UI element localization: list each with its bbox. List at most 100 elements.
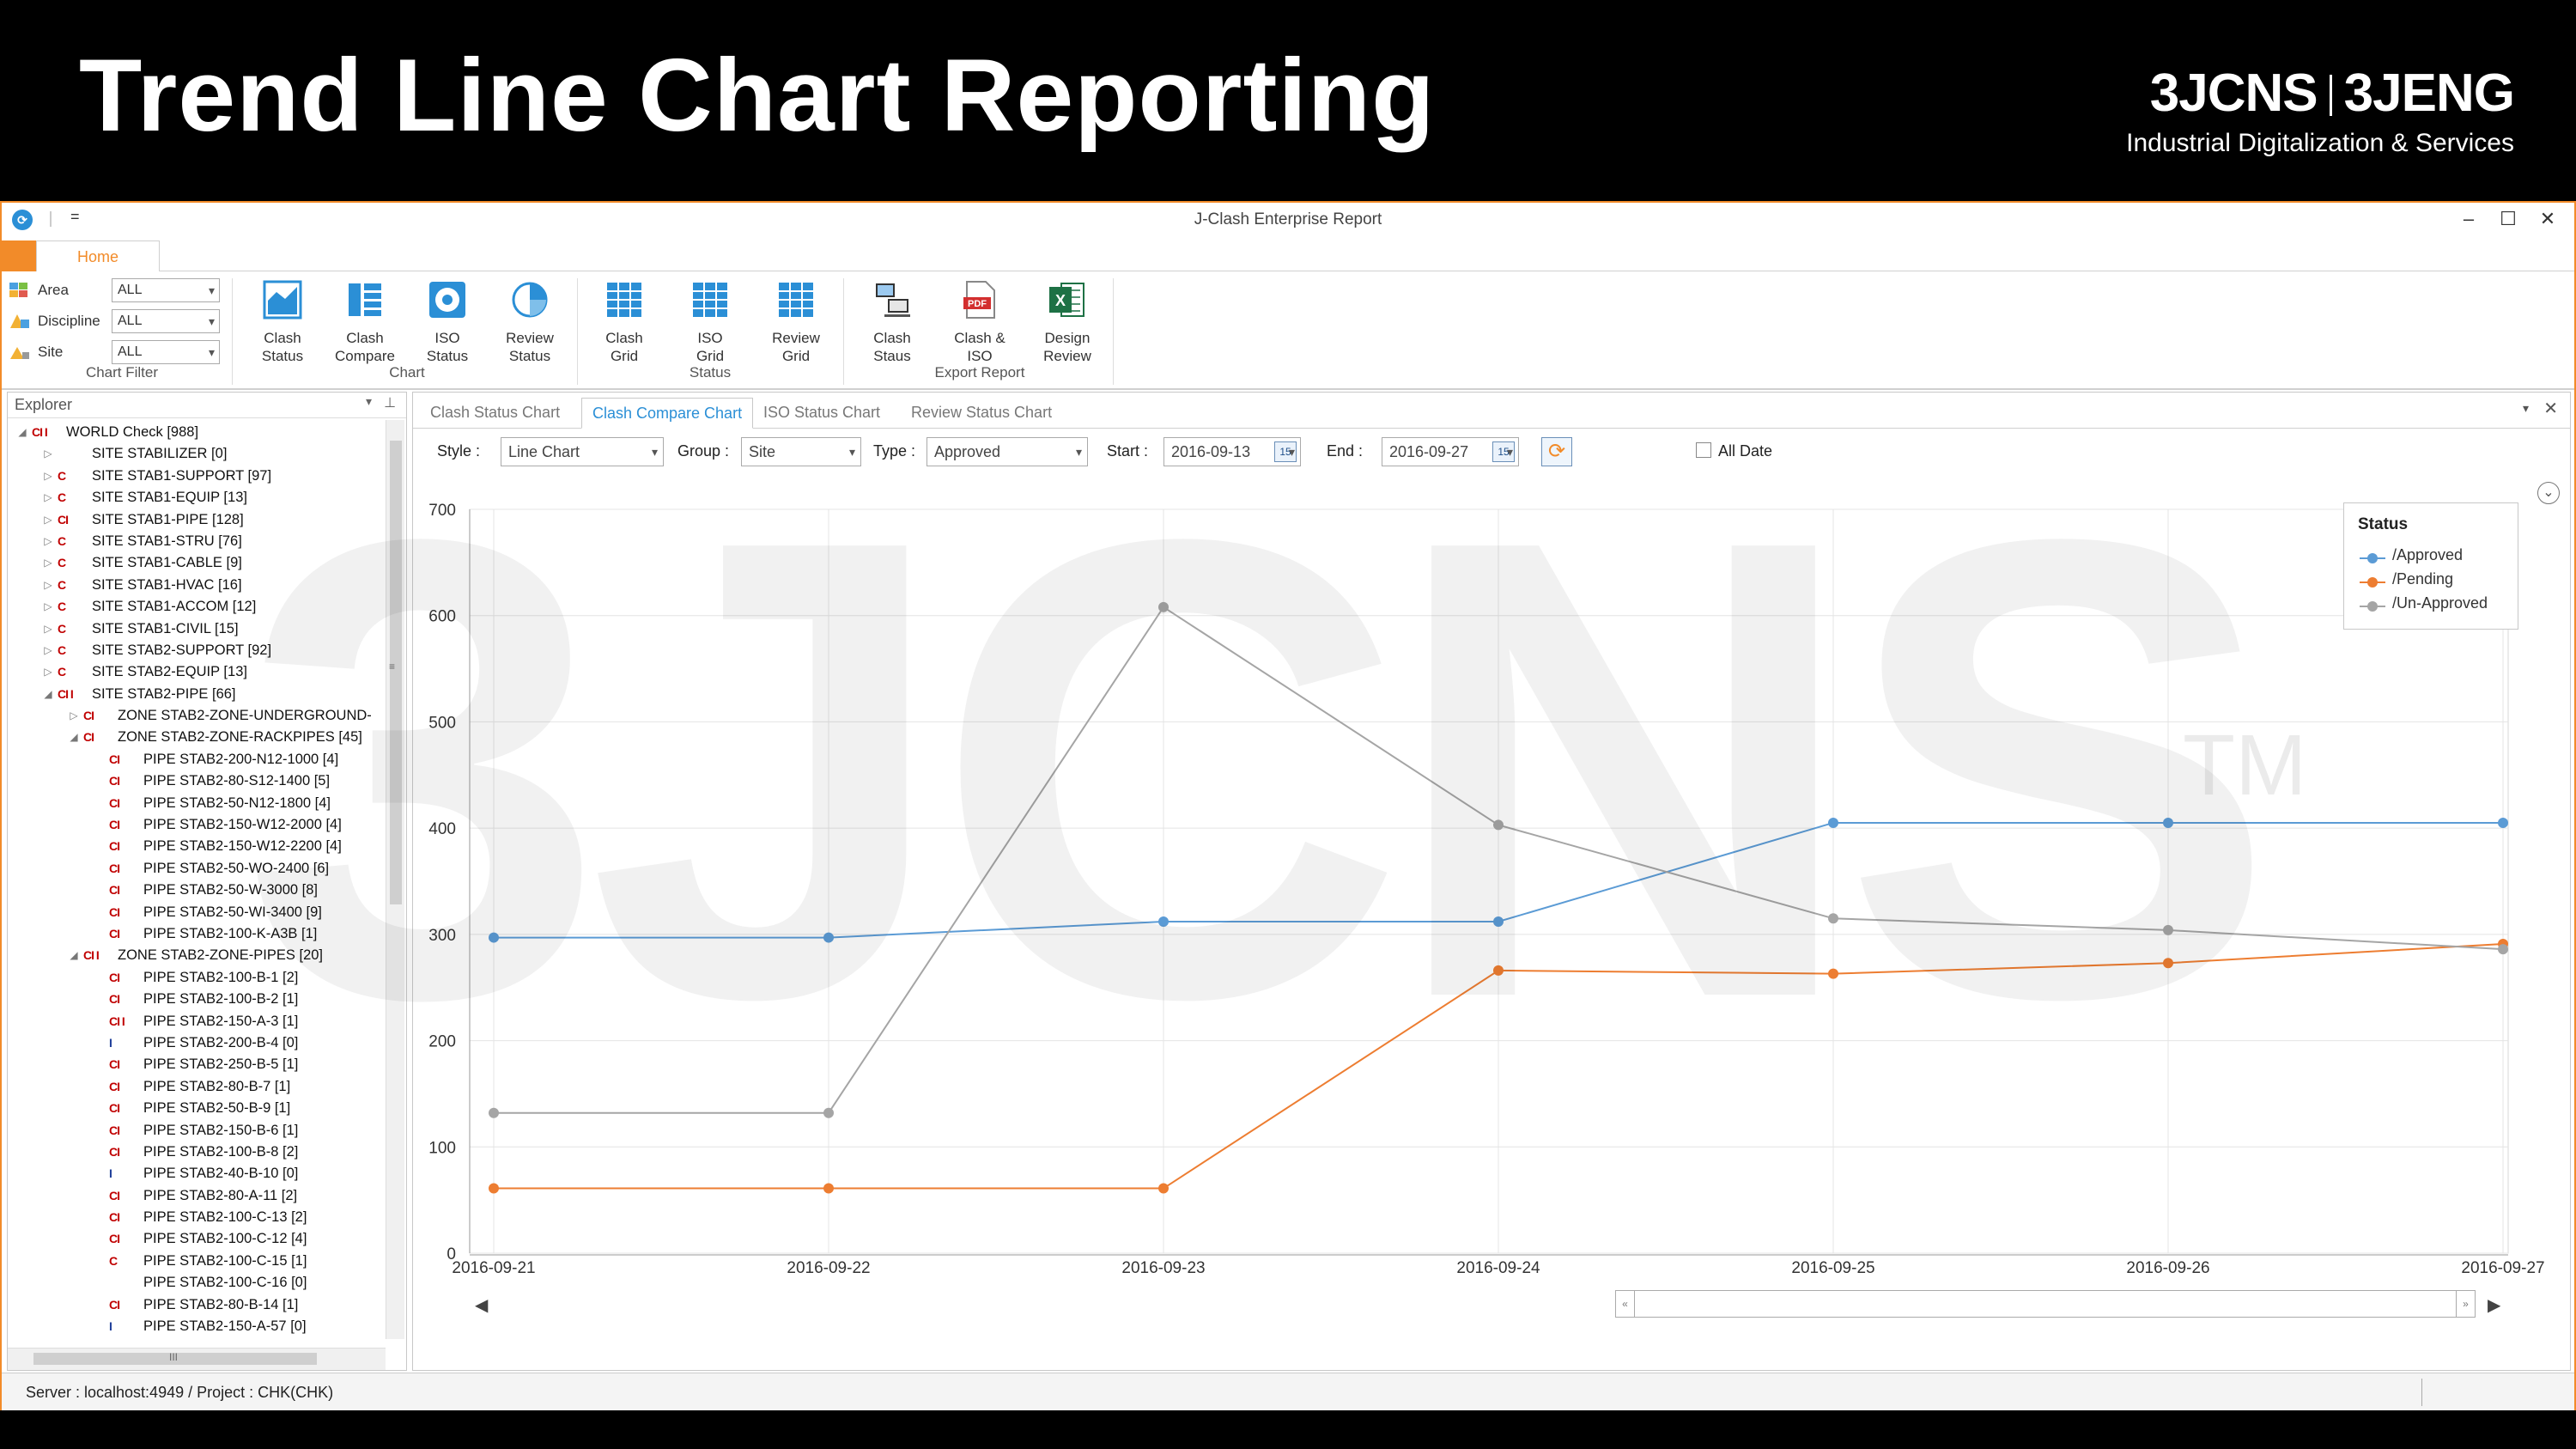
maximize-button[interactable]: ☐	[2488, 206, 2528, 232]
scrollbar-left-handle[interactable]: «	[1616, 1291, 1635, 1317]
collapsed-arrow-icon[interactable]: ▷	[42, 575, 54, 596]
data-point[interactable]	[2498, 817, 2508, 828]
clash-grid-button[interactable]: Clash Grid	[586, 280, 663, 365]
tree-item[interactable]: CI PIPE STAB2-200-N12-1000 [4]	[8, 749, 386, 770]
data-point[interactable]	[2163, 958, 2173, 969]
discipline-select[interactable]: ALL	[112, 309, 220, 333]
data-point[interactable]	[1828, 913, 1838, 924]
tree-item[interactable]: CI PIPE STAB2-250-B-5 [1]	[8, 1054, 386, 1075]
type-select[interactable]: Approved	[927, 437, 1088, 466]
explorer-horizontal-scrollbar[interactable]: III	[8, 1348, 386, 1370]
tree-item[interactable]: CI PIPE STAB2-150-W12-2200 [4]	[8, 836, 386, 857]
data-point[interactable]	[1828, 968, 1838, 979]
data-point[interactable]	[2163, 924, 2173, 935]
pin-icon[interactable]: ⊥	[384, 394, 396, 411]
data-point[interactable]	[1493, 916, 1504, 928]
tree-item[interactable]: ▷ SITE STABILIZER [0]	[8, 443, 386, 465]
tree-item[interactable]: ▷ C SITE STAB1-SUPPORT [97]	[8, 466, 386, 487]
data-point[interactable]	[2498, 944, 2508, 955]
tree-item[interactable]: I PIPE STAB2-150-A-57 [0]	[8, 1316, 386, 1337]
calendar-icon[interactable]: 15	[1274, 441, 1297, 462]
tree-item[interactable]: CI PIPE STAB2-100-C-13 [2]	[8, 1207, 386, 1228]
tree-item[interactable]: ▷ C SITE STAB1-ACCOM [12]	[8, 596, 386, 618]
tree-item[interactable]: ▷ CI SITE STAB1-PIPE [128]	[8, 509, 386, 531]
tree-item[interactable]: C PIPE STAB2-100-C-15 [1]	[8, 1251, 386, 1272]
collapsed-arrow-icon[interactable]: ▷	[42, 552, 54, 574]
data-point[interactable]	[1828, 817, 1838, 828]
explorer-dropdown-icon[interactable]: ▾	[366, 394, 372, 409]
tree-item[interactable]: CI PIPE STAB2-50-N12-1800 [4]	[8, 793, 386, 814]
site-select[interactable]: ALL	[112, 340, 220, 364]
tree-item[interactable]: CI PIPE STAB2-80-B-7 [1]	[8, 1076, 386, 1098]
data-point[interactable]	[1158, 601, 1169, 612]
tree-item[interactable]: CI I PIPE STAB2-150-A-3 [1]	[8, 1011, 386, 1032]
chart-horizontal-scrollbar[interactable]: « »	[1615, 1290, 2476, 1318]
tree-item[interactable]: CI PIPE STAB2-100-K-A3B [1]	[8, 923, 386, 945]
tree-item[interactable]: CI PIPE STAB2-150-W12-2000 [4]	[8, 814, 386, 836]
scroll-left-arrow[interactable]: ◀	[475, 1294, 488, 1316]
collapsed-arrow-icon[interactable]: ▷	[42, 509, 54, 531]
tree-item[interactable]: I PIPE STAB2-200-B-4 [0]	[8, 1032, 386, 1054]
data-point[interactable]	[1158, 1183, 1169, 1194]
tree-item[interactable]: CI PIPE STAB2-100-B-2 [1]	[8, 989, 386, 1010]
collapsed-arrow-icon[interactable]: ▷	[42, 596, 54, 618]
panel-close-icon[interactable]: ✕	[2543, 398, 2558, 419]
tree-item[interactable]: CI PIPE STAB2-50-WO-2400 [6]	[8, 858, 386, 880]
tree-item[interactable]: CI PIPE STAB2-50-WI-3400 [9]	[8, 902, 386, 923]
tree-item[interactable]: CI PIPE STAB2-80-A-11 [2]	[8, 1185, 386, 1207]
explorer-vertical-scrollbar[interactable]: ≡	[386, 420, 404, 1339]
data-point[interactable]	[1493, 965, 1504, 976]
tab-clash-compare-chart[interactable]: Clash Compare Chart	[581, 398, 754, 429]
close-button[interactable]: ✕	[2528, 206, 2567, 232]
data-point[interactable]	[489, 1107, 499, 1118]
data-point[interactable]	[823, 1107, 834, 1118]
tree-item[interactable]: ▷ C SITE STAB2-EQUIP [13]	[8, 661, 386, 683]
tree-item[interactable]: CI PIPE STAB2-80-B-14 [1]	[8, 1294, 386, 1316]
panel-dropdown-icon[interactable]: ▾	[2523, 401, 2529, 416]
expanded-arrow-icon[interactable]: ◢	[68, 727, 80, 748]
tree-item[interactable]: CI PIPE STAB2-100-B-1 [2]	[8, 967, 386, 989]
tree-item[interactable]: CI PIPE STAB2-100-B-8 [2]	[8, 1142, 386, 1163]
collapsed-arrow-icon[interactable]: ▷	[68, 705, 80, 727]
tree-item[interactable]: ▷ C SITE STAB1-CABLE [9]	[8, 552, 386, 574]
minimize-button[interactable]: –	[2449, 206, 2488, 232]
data-point[interactable]	[823, 1183, 834, 1194]
expanded-arrow-icon[interactable]: ◢	[16, 422, 28, 443]
tree-item[interactable]: ▷ C SITE STAB1-HVAC [16]	[8, 575, 386, 596]
collapsed-arrow-icon[interactable]: ▷	[42, 443, 54, 465]
collapsed-arrow-icon[interactable]: ▷	[42, 487, 54, 508]
calendar-icon[interactable]: 15	[1492, 441, 1515, 462]
collapsed-arrow-icon[interactable]: ▷	[42, 618, 54, 640]
data-point[interactable]	[1493, 819, 1504, 831]
collapsed-arrow-icon[interactable]: ▷	[42, 466, 54, 487]
refresh-icon[interactable]: ⟳	[1541, 437, 1572, 466]
review-status-button[interactable]: Review Status	[491, 280, 568, 365]
scroll-right-arrow[interactable]: ▶	[2488, 1294, 2500, 1316]
tree-item[interactable]: ◢ CI ZONE STAB2-ZONE-RACKPIPES [45]	[8, 727, 386, 748]
iso-status-button[interactable]: ISO Status	[409, 280, 486, 365]
scrollbar-right-handle[interactable]: »	[2456, 1291, 2475, 1317]
tab-review-status-chart[interactable]: Review Status Chart	[901, 398, 1062, 429]
data-point[interactable]	[1158, 916, 1169, 928]
review-grid-button[interactable]: Review Grid	[757, 280, 835, 365]
tree-item[interactable]: ▷ C I SITE STAB2-STRU [59]	[8, 1337, 386, 1341]
collapsed-arrow-icon[interactable]: ▷	[42, 531, 54, 552]
data-point[interactable]	[489, 932, 499, 943]
tree-item[interactable]: CI PIPE STAB2-80-S12-1400 [5]	[8, 770, 386, 792]
clash-compare-button[interactable]: Clash Compare	[326, 280, 404, 365]
area-select[interactable]: ALL	[112, 278, 220, 302]
collapsed-arrow-icon[interactable]: ▷	[42, 1337, 54, 1341]
tree-item[interactable]: CI PIPE STAB2-50-W-3000 [8]	[8, 880, 386, 901]
tree-item[interactable]: I PIPE STAB2-40-B-10 [0]	[8, 1163, 386, 1184]
tree-item[interactable]: ▷ C SITE STAB1-CIVIL [15]	[8, 618, 386, 640]
tab-home[interactable]: Home	[36, 240, 160, 272]
data-point[interactable]	[2163, 817, 2173, 828]
tree-item[interactable]: ◢ CI I ZONE STAB2-ZONE-PIPES [20]	[8, 945, 386, 966]
tree-item[interactable]: ▷ C SITE STAB2-SUPPORT [92]	[8, 640, 386, 661]
data-point[interactable]	[489, 1183, 499, 1194]
tree-item[interactable]: ▷ C SITE STAB1-EQUIP [13]	[8, 487, 386, 508]
iso-grid-button[interactable]: ISO Grid	[671, 280, 749, 365]
style-select[interactable]: Line Chart	[501, 437, 664, 466]
tree-item[interactable]: CI PIPE STAB2-150-B-6 [1]	[8, 1120, 386, 1142]
clash-status-button[interactable]: Clash Status	[244, 280, 321, 365]
